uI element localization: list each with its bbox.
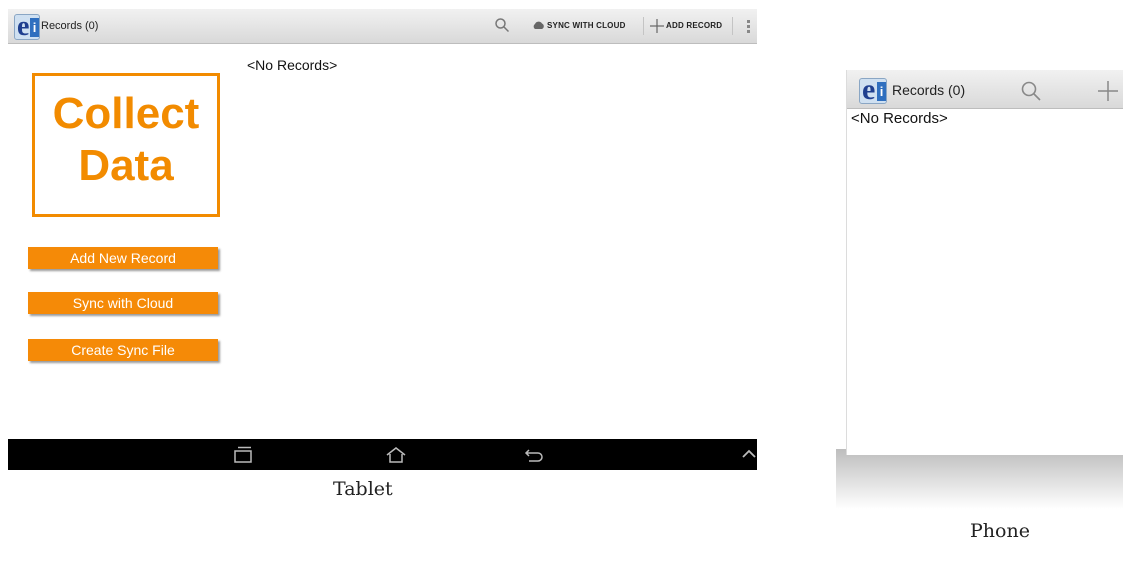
chevron-up-icon[interactable] (742, 449, 756, 459)
phone-shadow (836, 449, 1123, 509)
home-icon[interactable] (385, 446, 407, 463)
collect-data-logo: Collect Data (32, 73, 220, 217)
cloud-icon[interactable] (532, 20, 545, 30)
empty-records-text: <No Records> (851, 110, 948, 127)
collect-word: Collect (52, 89, 200, 138)
sync-with-cloud-action[interactable]: SYNC WITH CLOUD (547, 21, 626, 30)
phone-screen: ei Records (0) <No Records> (846, 70, 1123, 455)
tablet-screen: ei Records (0) SYNC WITH CLOUD ADD RECOR… (8, 9, 757, 470)
empty-records-text: <No Records> (247, 57, 338, 73)
records-title: Records (0) (892, 82, 966, 98)
system-nav-bar (8, 439, 757, 470)
search-icon[interactable] (494, 17, 510, 33)
back-icon[interactable] (523, 446, 545, 463)
recents-icon[interactable] (232, 446, 254, 463)
records-title: Records (0) (41, 20, 99, 32)
phone-caption: Phone (970, 520, 1030, 542)
search-icon[interactable] (1020, 80, 1042, 102)
add-new-record-button[interactable]: Add New Record (28, 247, 218, 269)
divider (732, 17, 733, 35)
plus-icon[interactable] (1097, 80, 1119, 102)
phone-action-bar: ei Records (0) (847, 70, 1123, 109)
divider (643, 17, 644, 35)
sync-with-cloud-button[interactable]: Sync with Cloud (28, 292, 218, 314)
app-logo-icon[interactable]: ei (14, 11, 40, 42)
plus-icon[interactable] (650, 19, 664, 33)
action-bar: ei Records (0) SYNC WITH CLOUD ADD RECOR… (8, 9, 757, 44)
data-word: Data (78, 141, 174, 190)
collect-data-logo-text: Collect Data (35, 88, 217, 192)
tablet-caption: Tablet (333, 478, 393, 500)
create-sync-file-button[interactable]: Create Sync File (28, 339, 218, 361)
add-record-action[interactable]: ADD RECORD (666, 21, 722, 30)
overflow-menu-icon[interactable] (747, 20, 750, 34)
app-logo-icon[interactable]: ei (859, 73, 887, 106)
